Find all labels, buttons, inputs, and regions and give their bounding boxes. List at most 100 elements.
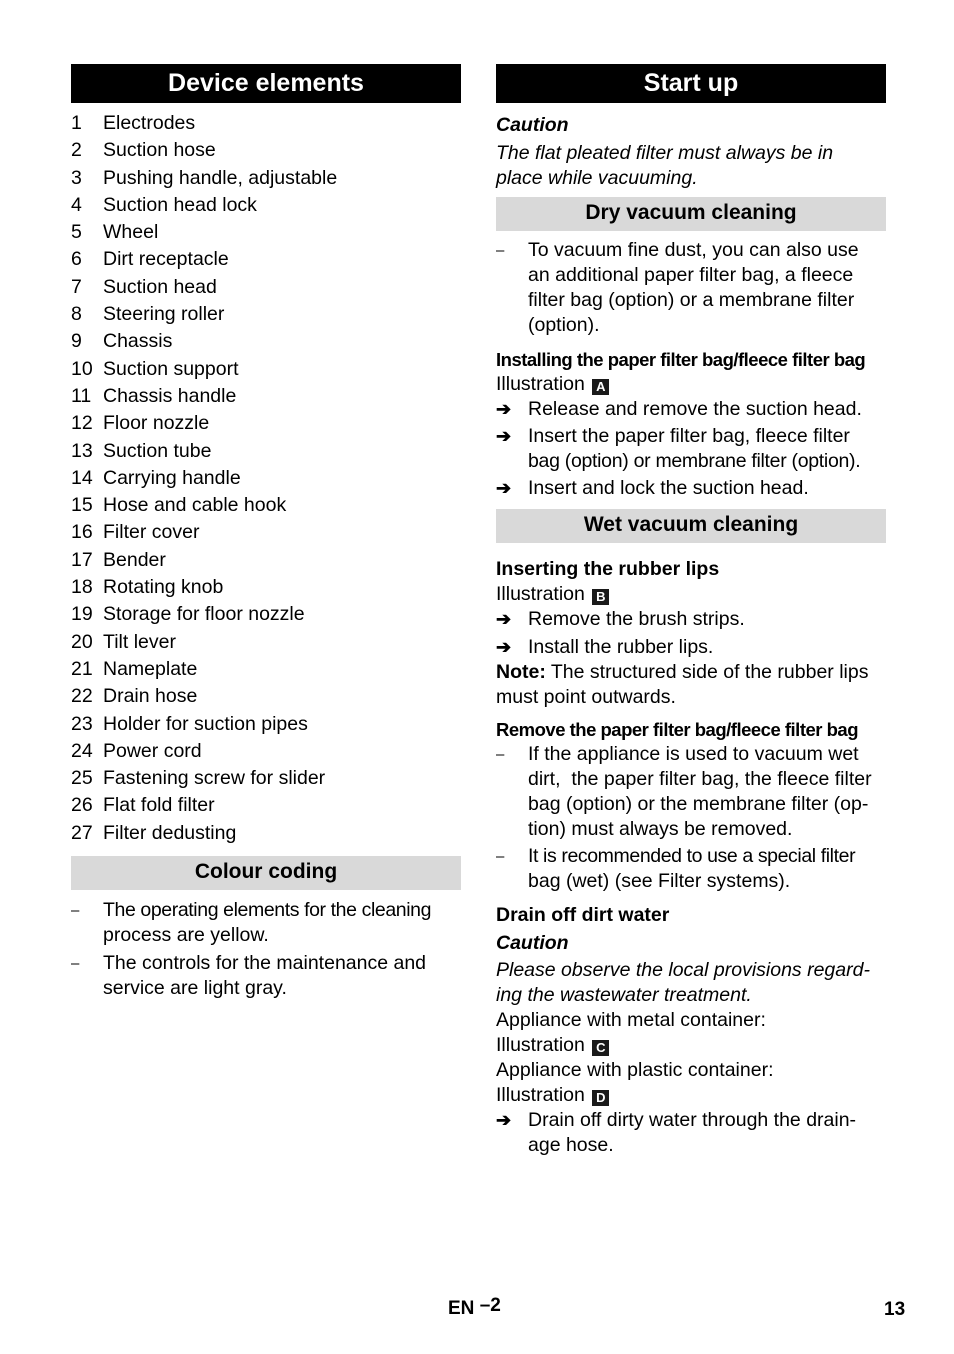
item-number: 23	[71, 712, 93, 735]
device-elements-list: 1 Electrodes 2 Suction hose 3 Pushing handle,…	[71, 110, 461, 847]
dry-bullet: – To vacuum fine dust, you can also use …	[496, 238, 886, 338]
dash-icon: –	[71, 902, 80, 920]
left-column: Device elements 1 Electrodes 2 Suction hose…	[71, 64, 461, 1001]
device-elements-heading: Device elements	[71, 64, 461, 103]
item-label: Nameplate	[103, 657, 198, 680]
caution-label: Caution	[496, 114, 569, 136]
item-number: 9	[71, 330, 82, 353]
device-element-item: 12 Floor nozzle	[71, 410, 461, 437]
item-label: Holder for suction pipes	[103, 712, 308, 735]
step: ➔ Insert and lock the suction head.	[496, 476, 886, 501]
item-number: 2	[71, 139, 82, 162]
bullet-text: If the appliance is used to vacuum wet	[528, 743, 859, 765]
device-element-item: 10 Suction support	[71, 356, 461, 383]
item-number: 8	[71, 303, 82, 326]
arrow-icon: ➔	[496, 399, 512, 419]
illustration-label: Illustration	[496, 583, 585, 605]
item-number: 12	[71, 412, 93, 435]
item-number: 27	[71, 821, 93, 844]
device-element-item: 19 Storage for floor nozzle	[71, 601, 461, 628]
item-label: Pushing handle, adjustable	[103, 166, 338, 189]
device-element-item: 20 Tilt lever	[71, 629, 461, 656]
device-element-item: 22 Drain hose	[71, 683, 461, 710]
item-number: 6	[71, 248, 82, 271]
remove-filter-heading: Remove the paper filter bag/fleece filte…	[496, 719, 859, 740]
item-number: 15	[71, 494, 93, 517]
illustration-label: Illustration	[496, 373, 585, 395]
illustration-label: Illustration	[496, 1034, 585, 1056]
device-element-item: 25 Fastening screw for slider	[71, 765, 461, 792]
start-up-heading: Start up	[496, 64, 886, 103]
step-text: Remove the brush strips.	[528, 608, 745, 630]
bullet-text: The operating elements for the cleaning	[103, 899, 432, 922]
illustration-b-badge: B	[592, 589, 610, 605]
item-label: Electrodes	[103, 112, 196, 134]
device-element-item: 27 Filter dedusting	[71, 820, 461, 847]
bullet-text: an additional paper filter bag, a fleece	[528, 264, 854, 286]
footer-section-ref: EN –2	[448, 1295, 501, 1320]
item-number: 3	[71, 166, 82, 189]
item-label: Hose and cable hook	[103, 494, 287, 517]
arrow-icon: ➔	[496, 426, 512, 446]
device-element-item: 26 Flat fold filter	[71, 792, 461, 819]
bullet-text: The controls for the maintenance and	[103, 952, 427, 975]
item-number: 1	[71, 112, 82, 134]
step: ➔ Insert the paper filter bag, fleece fi…	[496, 424, 886, 474]
arrow-icon: ➔	[496, 1110, 512, 1130]
bullet-text: process are yellow.	[103, 924, 269, 947]
item-number: 21	[71, 657, 93, 680]
item-label: Rotating knob	[103, 576, 224, 599]
dash-icon: –	[71, 955, 80, 973]
bullet-text: filter bag (option) or a membrane filter	[528, 289, 855, 311]
note-text: The structured side of the rubber lips	[545, 661, 869, 683]
device-element-item: 4 Suction head lock	[71, 192, 461, 219]
item-number: 19	[71, 603, 93, 626]
item-number: 20	[71, 630, 93, 653]
step-text: Drain off dirty water through the drain-	[528, 1109, 857, 1131]
device-element-item: 18 Rotating knob	[71, 574, 461, 601]
item-label: Suction support	[103, 357, 239, 380]
bullet-text: bag (wet) (see Filter systems).	[528, 870, 791, 892]
item-label: Filter cover	[103, 521, 200, 544]
step-text: bag (option) or membrane filter (option)…	[528, 450, 861, 472]
device-element-item: 9 Chassis	[71, 328, 461, 355]
illustration-d-badge: D	[592, 1090, 610, 1106]
dash-icon: –	[496, 746, 505, 763]
device-element-item: 1 Electrodes	[71, 110, 461, 137]
step-text: Insert and lock the suction head.	[528, 477, 809, 499]
colour-coding-bullet: – The controls for the maintenance and s…	[71, 951, 461, 1001]
arrow-icon: ➔	[496, 478, 512, 498]
bullet-text: To vacuum fine dust, you can also use	[528, 239, 859, 261]
item-label: Chassis handle	[103, 384, 237, 407]
item-number: 17	[71, 548, 93, 571]
item-number: 14	[71, 466, 93, 489]
item-label: Steering roller	[103, 303, 225, 326]
item-label: Tilt lever	[103, 630, 176, 653]
step: ➔ Release and remove the suction head.	[496, 397, 886, 422]
device-element-item: 17 Bender	[71, 547, 461, 574]
device-element-item: 7 Suction head	[71, 274, 461, 301]
item-number: 7	[71, 275, 82, 298]
install-filter-heading: Installing the paper filter bag/fleece f…	[496, 349, 866, 370]
device-element-item: 23 Holder for suction pipes	[71, 711, 461, 738]
footer-dash: –	[479, 1295, 491, 1316]
bullet-text: bag (option) or the membrane filter (op-	[528, 793, 869, 815]
item-label: Drain hose	[103, 685, 198, 708]
arrow-icon: ➔	[496, 637, 512, 657]
caution-label: Caution	[496, 932, 569, 954]
device-element-item: 8 Steering roller	[71, 301, 461, 328]
device-element-item: 6 Dirt receptacle	[71, 246, 461, 273]
item-label: Storage for floor nozzle	[103, 603, 305, 626]
step: ➔ Install the rubber lips.	[496, 635, 886, 660]
item-label: Bender	[103, 548, 166, 571]
item-label: Dirt receptacle	[103, 248, 229, 271]
item-label: Suction hose	[103, 139, 216, 162]
step-text: Insert the paper filter bag, fleece filt…	[528, 425, 850, 447]
colour-coding-heading: Colour coding	[71, 856, 461, 891]
wet-vacuum-heading: Wet vacuum cleaning	[496, 509, 886, 543]
item-label: Carrying handle	[103, 466, 241, 489]
colour-coding-bullet: – The operating elements for the cleanin…	[71, 898, 461, 948]
device-element-item: 3 Pushing handle, adjustable	[71, 165, 461, 192]
step: ➔ Remove the brush strips.	[496, 607, 886, 632]
note-label: Note:	[496, 661, 546, 683]
